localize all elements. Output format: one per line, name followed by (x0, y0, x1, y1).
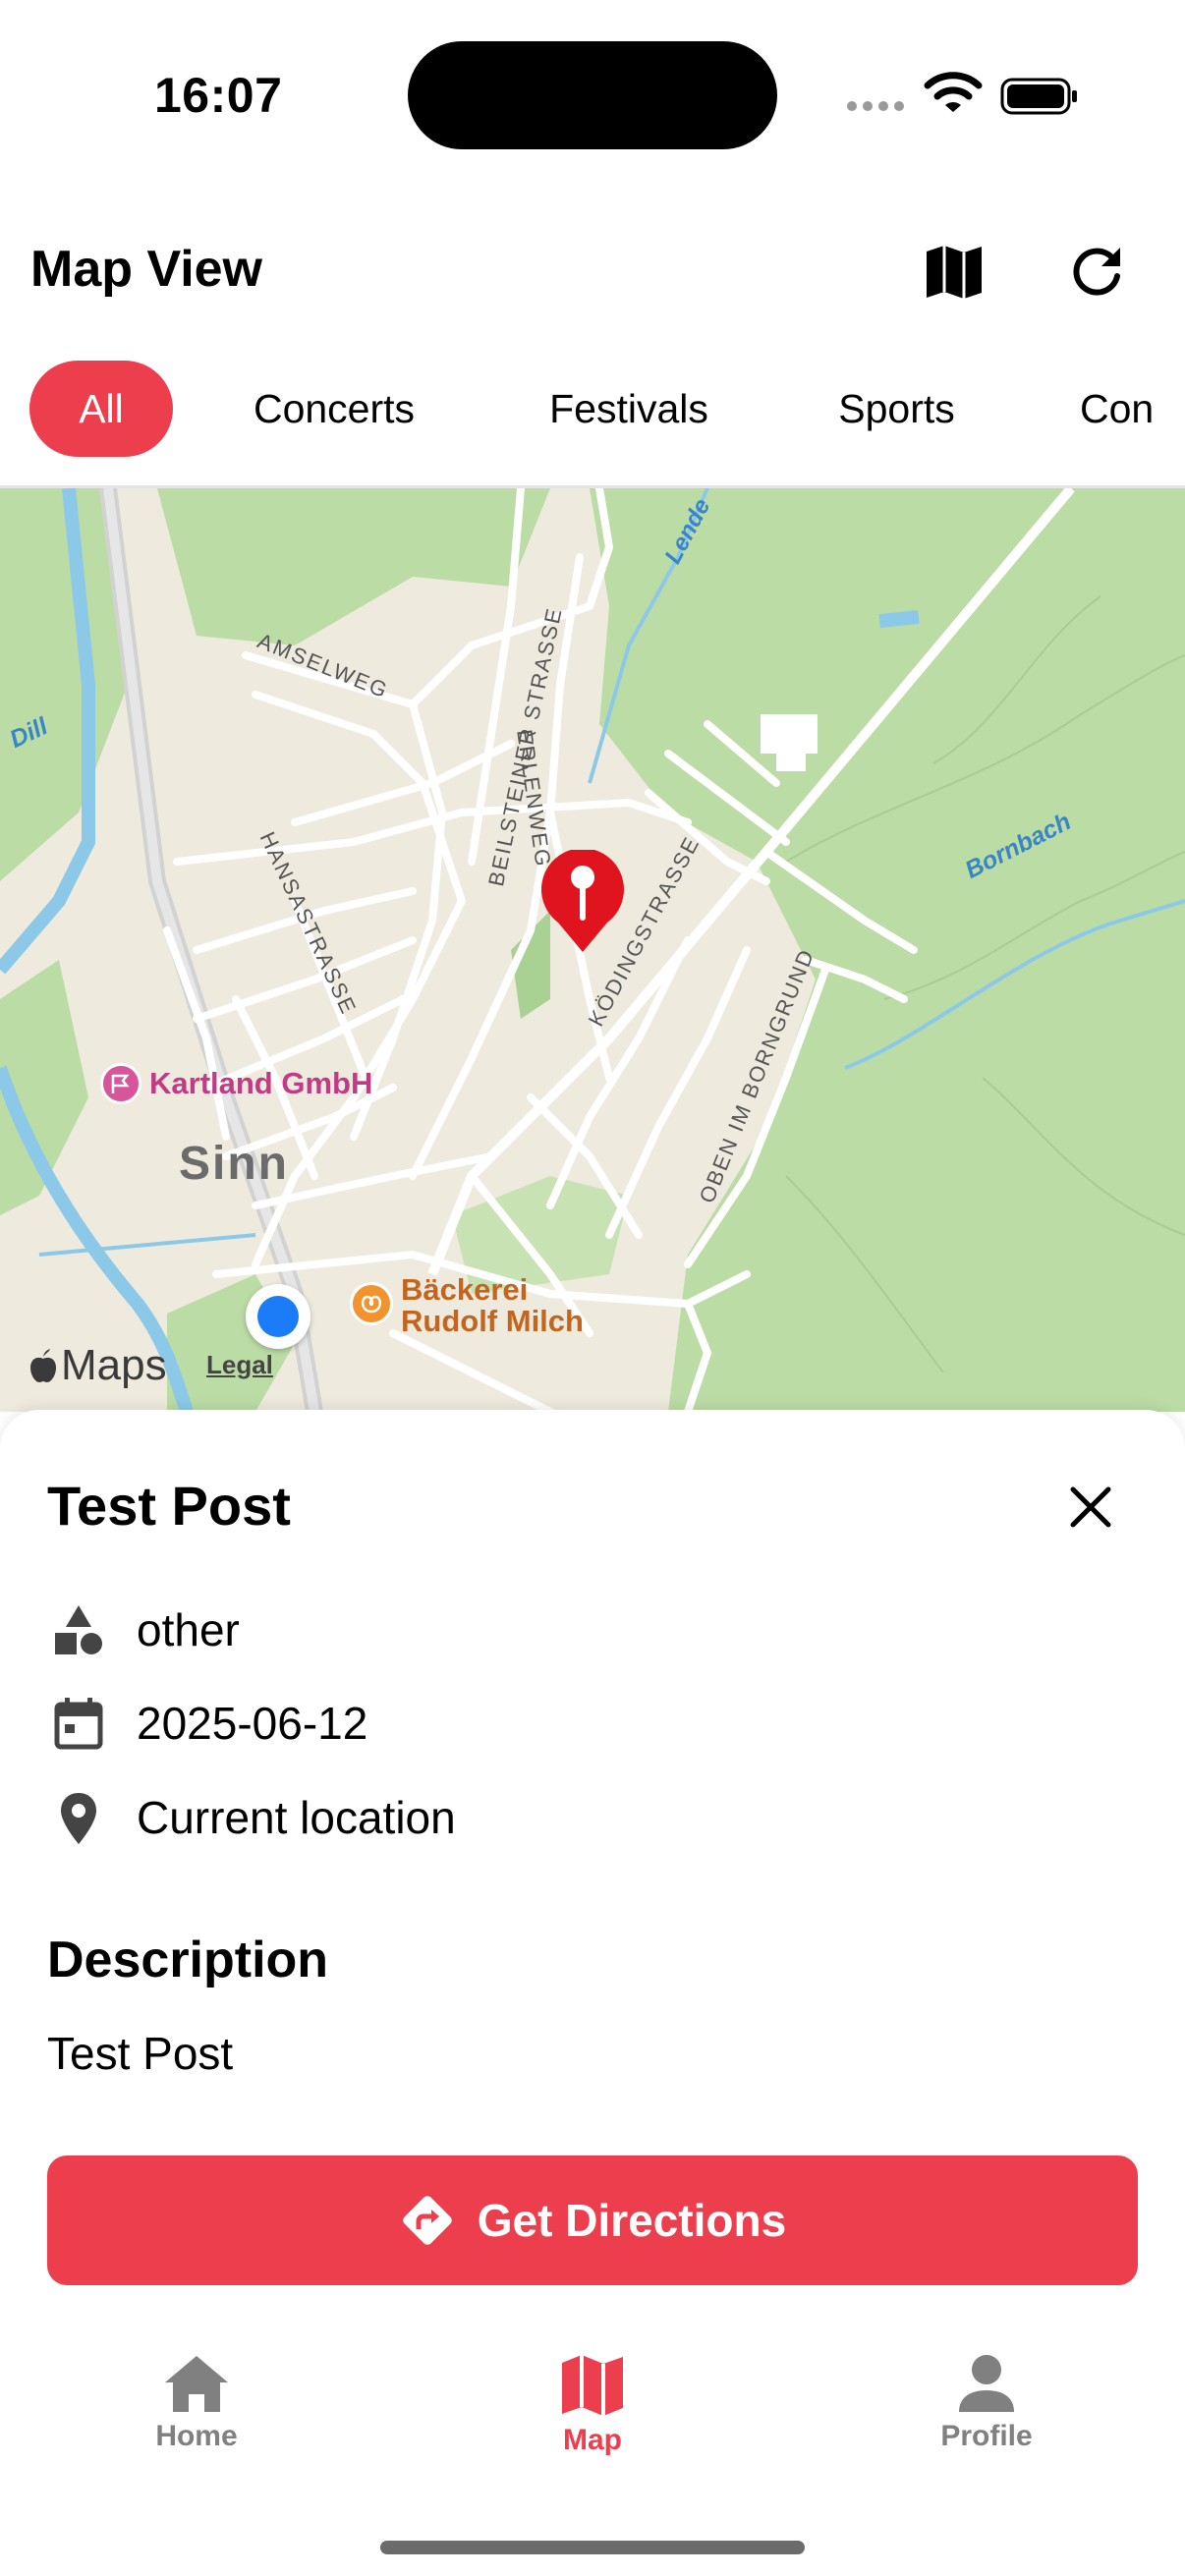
map-view[interactable]: AMSELWEG BEILSTEINER STRASSE ERLENWEG HA… (0, 488, 1185, 1412)
refresh-button[interactable] (1057, 233, 1136, 311)
poi-label-baeckerei-line1: Bäckerei (401, 1272, 529, 1307)
tab-profile[interactable]: Profile (888, 2353, 1085, 2481)
cellular-signal-icon (847, 98, 910, 116)
map-icon (927, 246, 982, 299)
maps-wordmark: Maps (61, 1341, 167, 1389)
chip-sports[interactable]: Sports (801, 361, 992, 457)
legal-link[interactable]: Legal (206, 1350, 273, 1380)
get-directions-button[interactable]: Get Directions (47, 2156, 1138, 2285)
battery-icon (1000, 78, 1077, 115)
post-location: Current location (137, 1792, 456, 1843)
apple-logo-icon (30, 1349, 56, 1382)
description-heading: Description (47, 1932, 329, 1988)
status-time: 16:07 (154, 68, 283, 123)
racing-flag-icon[interactable] (100, 1063, 141, 1104)
user-location-marker[interactable] (246, 1284, 310, 1349)
poi-label-baeckerei[interactable]: Bäckerei Rudolf Milch (401, 1274, 584, 1337)
home-icon (165, 2356, 228, 2412)
person-icon (959, 2355, 1014, 2412)
category-icon (55, 1605, 102, 1654)
user-location-dot (257, 1296, 299, 1337)
post-title: Test Post (47, 1475, 291, 1537)
chip-all[interactable]: All (29, 361, 173, 457)
chip-festivals[interactable]: Festivals (511, 361, 747, 457)
chip-con[interactable]: Con (1066, 361, 1185, 457)
tab-map-label: Map (563, 2424, 622, 2456)
poi-label-kartland[interactable]: Kartland GmbH (149, 1066, 372, 1101)
home-indicator[interactable] (380, 2541, 805, 2554)
description-text: Test Post (47, 2028, 234, 2079)
event-pin-icon[interactable] (538, 850, 627, 954)
directions-icon (402, 2196, 452, 2245)
location-pin-icon (61, 1793, 96, 1844)
maps-attribution: Maps (28, 1341, 167, 1390)
dynamic-island (408, 41, 777, 149)
get-directions-label: Get Directions (477, 2195, 787, 2246)
map-icon (562, 2355, 623, 2416)
tab-map[interactable]: Map (494, 2353, 691, 2481)
tab-home-label: Home (155, 2420, 238, 2452)
post-category: other (137, 1604, 240, 1655)
close-icon (1070, 1486, 1111, 1528)
post-date: 2025-06-12 (137, 1698, 368, 1749)
chip-concerts[interactable]: Concerts (216, 361, 452, 457)
close-button[interactable] (1059, 1476, 1122, 1539)
tab-home[interactable]: Home (98, 2353, 295, 2481)
town-label: Sinn (179, 1138, 289, 1190)
refresh-icon (1073, 248, 1120, 296)
map-toggle-button[interactable] (915, 233, 993, 311)
wifi-icon (924, 72, 983, 112)
pretzel-icon[interactable] (350, 1282, 393, 1325)
poi-label-baeckerei-line2: Rudolf Milch (401, 1304, 584, 1338)
calendar-icon (54, 1698, 103, 1750)
page-title: Map View (30, 241, 263, 298)
tab-profile-label: Profile (940, 2420, 1033, 2452)
filter-chips: All Concerts Festivals Sports Con (0, 356, 1185, 464)
